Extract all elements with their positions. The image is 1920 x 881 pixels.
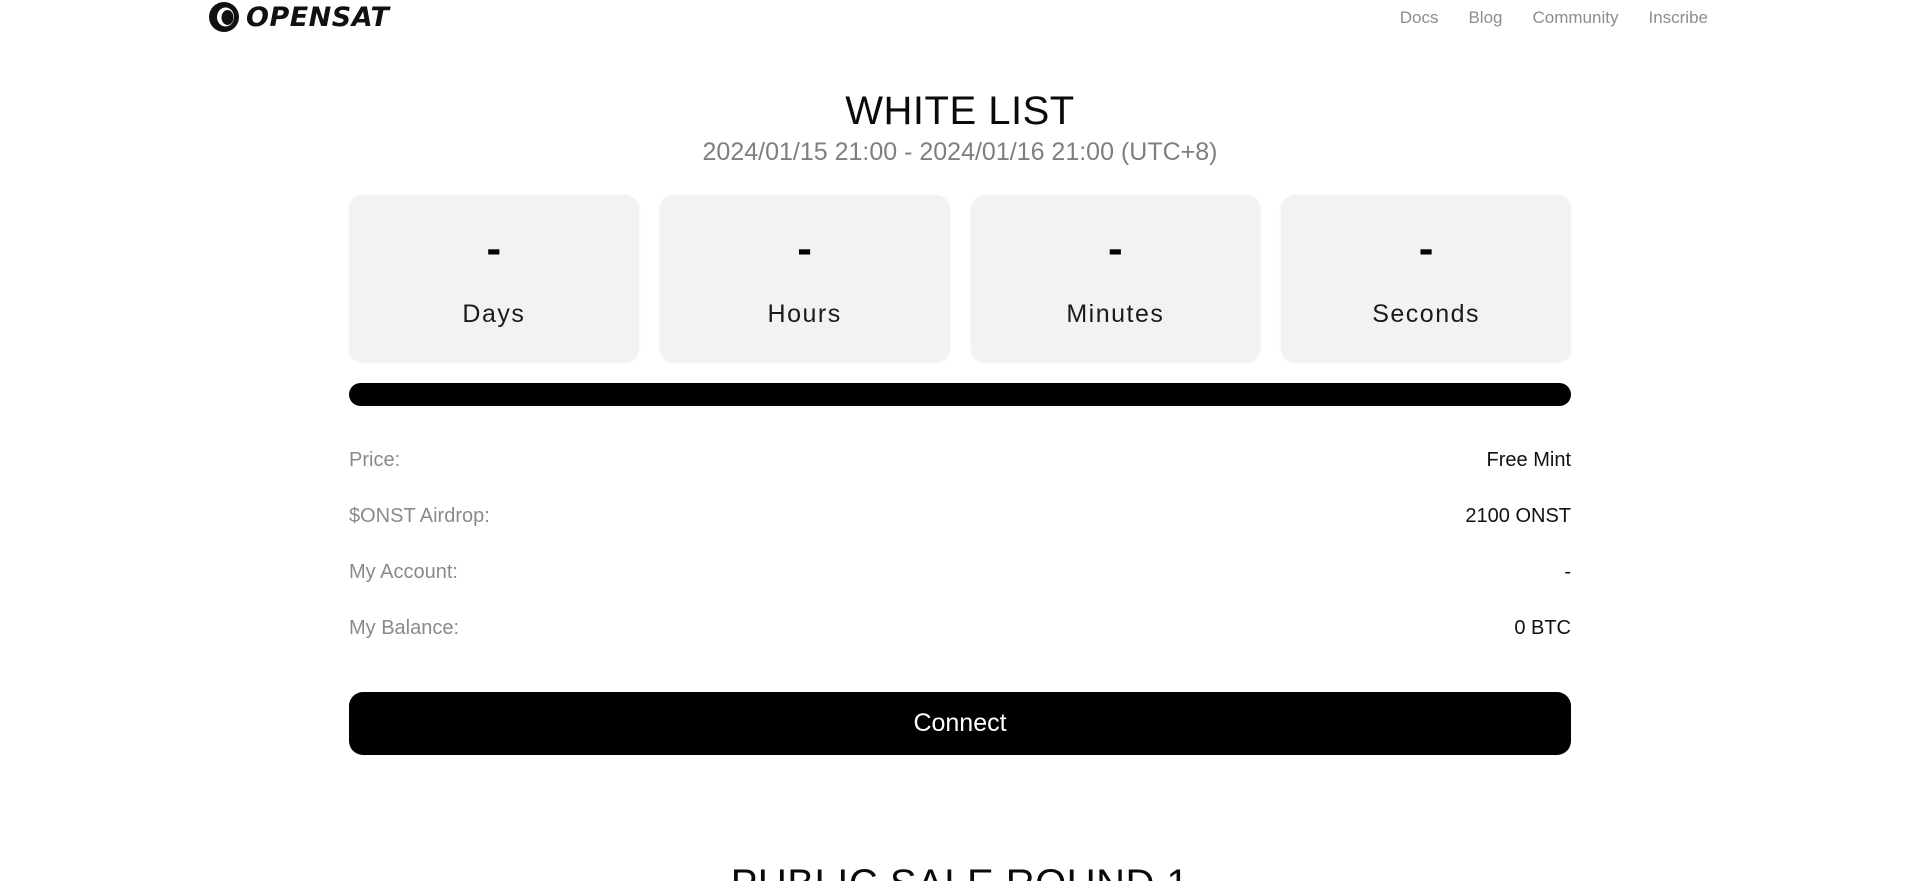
countdown-days: - Days: [349, 195, 639, 362]
mint-progress-fill: [349, 383, 1571, 406]
info-label: Price:: [349, 449, 401, 471]
info-row-balance: My Balance: 0 BTC: [349, 617, 1571, 673]
page: OPENSAT Docs Blog Community Inscribe WHI…: [0, 0, 1920, 881]
countdown: - Days - Hours - Minutes - Seconds: [349, 195, 1571, 362]
info-value: 2100 ONST: [1465, 505, 1571, 527]
info-label: My Balance:: [349, 617, 460, 639]
nav-link-docs[interactable]: Docs: [1400, 8, 1439, 28]
opensat-logo-icon: [209, 2, 239, 32]
whitelist-title: WHITE LIST: [845, 89, 1075, 133]
nav-link-blog[interactable]: Blog: [1468, 8, 1502, 28]
info-row-account: My Account: -: [349, 561, 1571, 617]
countdown-label: Seconds: [1372, 300, 1481, 328]
info-label: $ONST Airdrop:: [349, 505, 490, 527]
countdown-label: Minutes: [1066, 300, 1165, 328]
info-row-airdrop: $ONST Airdrop: 2100 ONST: [349, 505, 1571, 561]
countdown-value: -: [797, 224, 812, 273]
countdown-value: -: [1108, 224, 1123, 273]
mint-info: Price: Free Mint $ONST Airdrop: 2100 ONS…: [349, 449, 1571, 673]
countdown-value: -: [486, 224, 502, 273]
info-value: 0 BTC: [1514, 617, 1571, 639]
info-label: My Account:: [349, 561, 458, 583]
countdown-label: Hours: [767, 300, 842, 328]
whitelist-date-range: 2024/01/15 21:00 - 2024/01/16 21:00 (UTC…: [702, 138, 1218, 166]
connect-button[interactable]: Connect: [349, 692, 1571, 755]
nav-link-community[interactable]: Community: [1533, 8, 1619, 28]
countdown-value: -: [1418, 224, 1434, 273]
site-header: OPENSAT Docs Blog Community Inscribe: [0, 0, 1920, 44]
info-value: Free Mint: [1486, 449, 1571, 471]
public-sale-title: PUBLIC SALE ROUND 1: [0, 862, 1920, 881]
countdown-hours: - Hours: [659, 195, 950, 362]
logo[interactable]: OPENSAT: [208, 0, 389, 34]
info-value: -: [1564, 561, 1571, 583]
countdown-minutes: - Minutes: [970, 195, 1261, 362]
top-nav: Docs Blog Community Inscribe: [1400, 8, 1708, 28]
nav-link-inscribe[interactable]: Inscribe: [1648, 8, 1708, 28]
countdown-label: Days: [462, 300, 526, 328]
mint-progress-bar: [349, 383, 1571, 406]
countdown-seconds: - Seconds: [1281, 195, 1571, 362]
info-row-price: Price: Free Mint: [349, 449, 1571, 505]
logo-text: OPENSAT: [246, 1, 390, 33]
